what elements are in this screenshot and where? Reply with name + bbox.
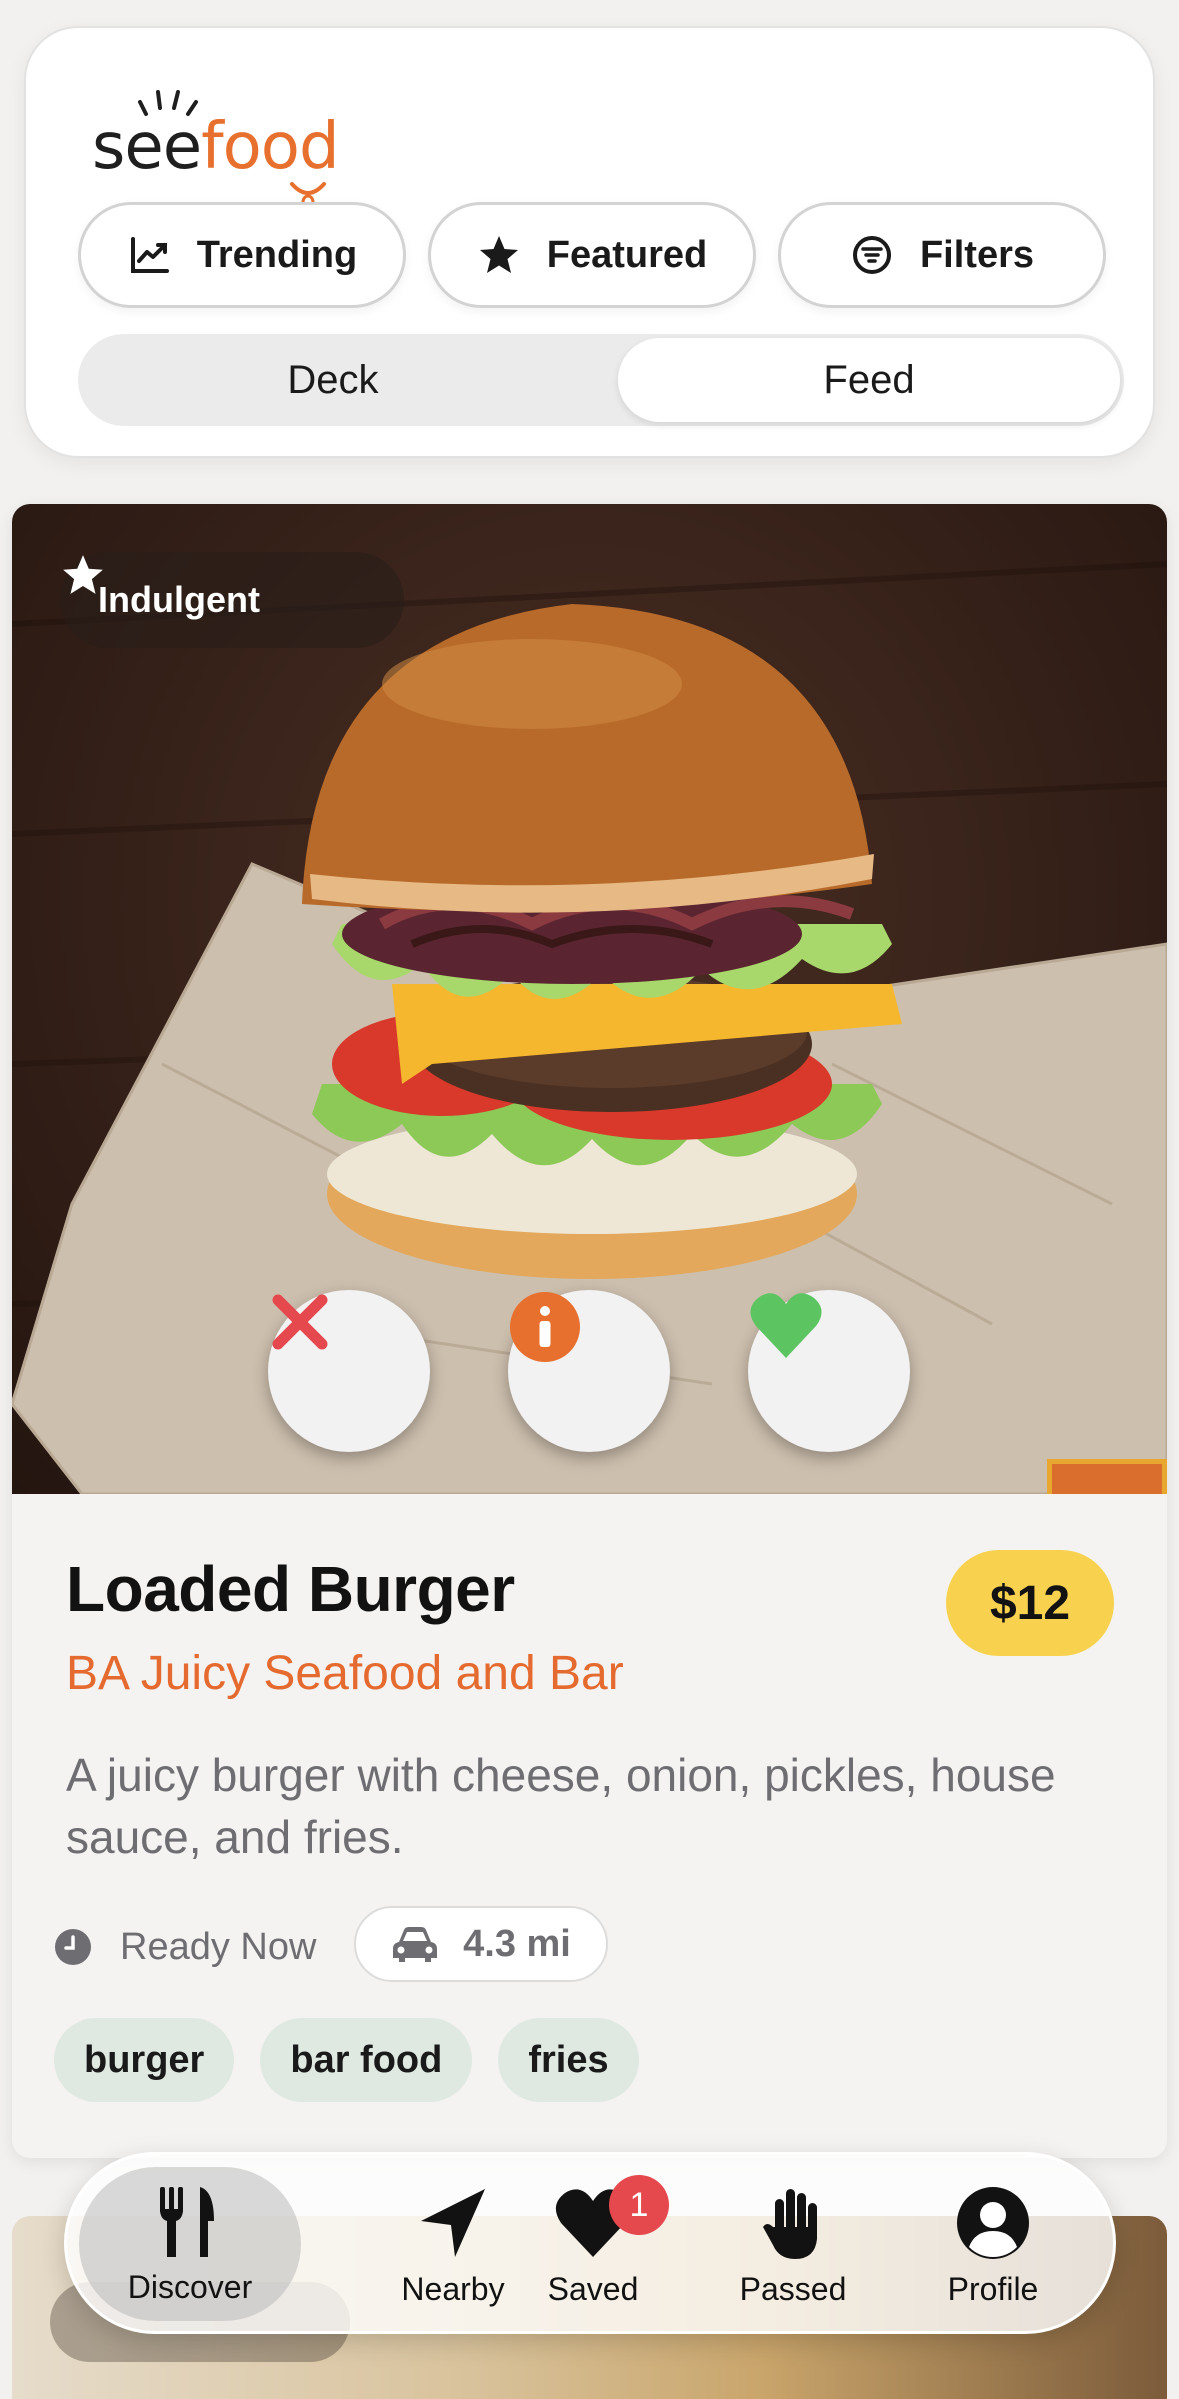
logo-see: see bbox=[92, 110, 202, 184]
pass-button[interactable] bbox=[268, 1290, 430, 1452]
distance-label: 4.3 mi bbox=[463, 1922, 571, 1965]
toggle-deck[interactable]: Deck bbox=[82, 338, 584, 422]
clock-icon bbox=[55, 1929, 91, 1965]
distance-pill: 4.3 mi bbox=[354, 1906, 608, 1982]
toggle-feed[interactable]: Feed bbox=[618, 338, 1120, 422]
food-card[interactable]: Indulgent Loaded Burger $12 BA Juicy Sea… bbox=[12, 504, 1167, 2158]
tab-discover[interactable]: Discover bbox=[79, 2167, 301, 2321]
hand-icon bbox=[763, 2189, 817, 2259]
star-icon bbox=[63, 555, 103, 594]
person-icon bbox=[957, 2187, 1029, 2259]
tab-passed-label: Passed bbox=[739, 2271, 847, 2307]
dish-title: Loaded Burger bbox=[66, 1553, 515, 1625]
chip-filters[interactable]: Filters bbox=[778, 202, 1106, 308]
tab-saved[interactable]: Saved 1 bbox=[493, 2155, 693, 2331]
location-arrow-icon bbox=[421, 2189, 485, 2257]
like-button[interactable] bbox=[748, 1290, 910, 1452]
tab-passed[interactable]: Passed bbox=[693, 2155, 893, 2331]
chip-featured-label: Featured bbox=[546, 233, 708, 276]
food-photo: Indulgent bbox=[12, 504, 1167, 1494]
chip-trending-label: Trending bbox=[196, 233, 358, 276]
trending-chart-icon bbox=[130, 237, 169, 273]
logo-wordmark: seefood bbox=[92, 110, 340, 184]
tab-discover-label: Discover bbox=[127, 2269, 253, 2305]
tag-list: burger bar food fries bbox=[54, 2018, 639, 2102]
info-button[interactable] bbox=[508, 1290, 670, 1452]
seefood-logo: seefood bbox=[92, 80, 352, 210]
heart-icon bbox=[750, 1293, 822, 1358]
fork-knife-icon bbox=[160, 2187, 214, 2257]
star-icon bbox=[479, 236, 518, 273]
restaurant-name[interactable]: BA Juicy Seafood and Bar bbox=[66, 1646, 624, 1701]
chip-row: Trending Featured Filters bbox=[78, 202, 1108, 310]
info-icon bbox=[510, 1292, 580, 1362]
chip-featured[interactable]: Featured bbox=[428, 202, 756, 308]
view-toggle: Deck Feed bbox=[78, 334, 1124, 426]
close-icon bbox=[272, 1294, 328, 1350]
category-badge-label: Indulgent bbox=[98, 579, 260, 620]
logo-food: food bbox=[201, 110, 339, 184]
price-badge: $12 bbox=[946, 1550, 1114, 1656]
tag[interactable]: fries bbox=[498, 2018, 639, 2102]
filter-icon bbox=[852, 236, 891, 274]
saved-count-badge: 1 bbox=[609, 2175, 669, 2235]
dish-description: A juicy burger with cheese, onion, pickl… bbox=[66, 1749, 1056, 1863]
ready-label: Ready Now bbox=[120, 1925, 317, 1968]
category-badge: Indulgent bbox=[60, 552, 404, 648]
ready-status: Ready Now bbox=[54, 1912, 316, 1982]
tab-profile[interactable]: Profile bbox=[893, 2155, 1093, 2331]
chip-trending[interactable]: Trending bbox=[78, 202, 406, 308]
car-icon bbox=[393, 1927, 438, 1962]
tab-profile-label: Profile bbox=[947, 2271, 1039, 2307]
tab-saved-label: Saved bbox=[547, 2271, 639, 2307]
tab-nearby-label: Nearby bbox=[401, 2271, 505, 2307]
chip-filters-label: Filters bbox=[919, 233, 1035, 276]
header-card: seefood Trending Featured Filters Deck F… bbox=[24, 26, 1155, 458]
bottom-tab-bar: Discover Nearby Saved 1 Passed Profile bbox=[64, 2152, 1116, 2334]
tag[interactable]: burger bbox=[54, 2018, 235, 2102]
tag[interactable]: bar food bbox=[260, 2018, 473, 2102]
